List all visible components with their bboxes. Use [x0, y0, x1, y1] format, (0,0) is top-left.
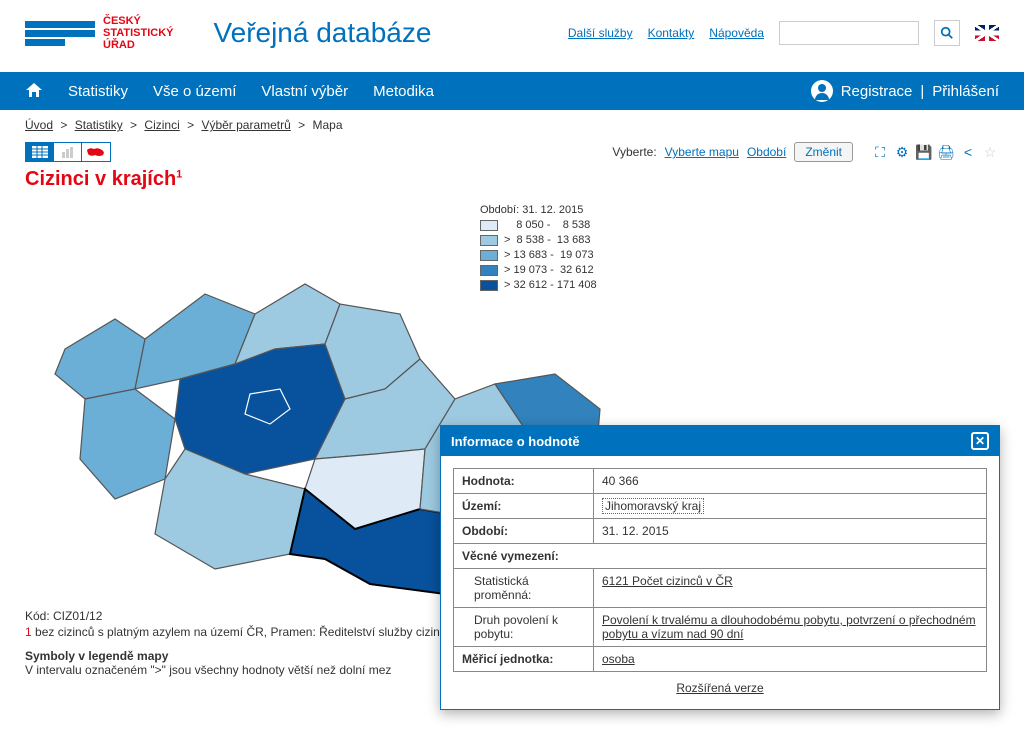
view-tabs	[25, 142, 111, 162]
view-tab-map[interactable]	[82, 143, 110, 161]
row-hodnota-value: 40 366	[594, 469, 987, 494]
link-vyberte-mapu[interactable]: Vyberte mapu	[665, 145, 739, 159]
table-icon	[32, 146, 48, 158]
legend-swatch	[480, 220, 498, 231]
search-button[interactable]	[934, 20, 960, 46]
toolbar-label: Vyberte:	[612, 145, 656, 159]
region-karlovarsky[interactable]	[55, 319, 145, 399]
row-hodnota-label: Hodnota:	[454, 469, 594, 494]
legend-row: > 13 683 - 19 073	[480, 248, 597, 263]
nav-registrace[interactable]: Registrace	[841, 83, 913, 100]
logo[interactable]: ČESKÝ STATISTICKÝ ÚŘAD	[25, 15, 173, 51]
nav-prihlaseni[interactable]: Přihlášení	[932, 83, 999, 100]
nav-vse-o-uzemi[interactable]: Vše o území	[153, 83, 236, 100]
link-rozsirena-verze[interactable]: Rozšířená verze	[676, 681, 763, 695]
main-nav: Statistiky Vše o území Vlastní výběr Met…	[0, 72, 1024, 110]
nav-sep: |	[920, 83, 924, 100]
legend-text: 8 050 - 8 538	[504, 218, 590, 233]
share-icon[interactable]: <	[959, 143, 977, 161]
bc-cizinci[interactable]: Cizinci	[144, 118, 179, 132]
legend-text: > 8 538 - 13 683	[504, 233, 591, 248]
legend-period-value: 31. 12. 2015	[522, 204, 583, 216]
print-icon[interactable]: 🖨	[937, 143, 955, 161]
row-merici-label: Měřicí jednotka:	[454, 647, 594, 672]
home-icon[interactable]	[25, 82, 43, 101]
legend-swatch	[480, 235, 498, 246]
search-icon	[940, 26, 954, 40]
star-icon[interactable]: ☆	[981, 143, 999, 161]
legend-row: > 32 612 - 171 408	[480, 278, 597, 293]
fullscreen-icon[interactable]: ⛶	[871, 143, 889, 161]
nav-metodika[interactable]: Metodika	[373, 83, 434, 100]
page-title: Cizinci v krajích1	[0, 164, 1024, 199]
legend-row: > 19 073 - 32 612	[480, 263, 597, 278]
link-dalsi-sluzby[interactable]: Další služby	[568, 26, 633, 40]
header-right: Další služby Kontakty Nápověda	[568, 20, 999, 46]
logo-text: ČESKÝ STATISTICKÝ ÚŘAD	[103, 15, 173, 51]
nav-vlastni-vyber[interactable]: Vlastní výběr	[261, 83, 348, 100]
row-vecne-head: Věcné vymezení:	[454, 544, 987, 569]
bc-uvod[interactable]: Úvod	[25, 118, 53, 132]
legend-swatch	[480, 265, 498, 276]
search-input[interactable]	[779, 21, 919, 45]
map-legend: Období: 31. 12. 2015 8 050 - 8 538> 8 53…	[480, 204, 597, 292]
map-icon	[86, 146, 106, 158]
row-obdobi-label: Období:	[454, 519, 594, 544]
row-uzemi-label: Území:	[454, 494, 594, 519]
row-druh-link[interactable]: Povolení k trvalému a dlouhodobému pobyt…	[602, 613, 976, 641]
legend-swatch	[480, 250, 498, 261]
link-obdobi[interactable]: Období	[747, 145, 786, 159]
bc-statistiky[interactable]: Statistiky	[75, 118, 123, 132]
logo-bars-icon	[25, 21, 95, 46]
row-stat-link[interactable]: 6121 Počet cizinců v ČR	[602, 574, 733, 588]
legend-period-label: Období:	[480, 204, 522, 216]
site-title: Veřejná databáze	[213, 17, 567, 49]
legend-row: 8 050 - 8 538	[480, 218, 597, 233]
user-icon	[811, 80, 833, 102]
footnote-text: bez cizinců s platným azylem na území ČR…	[32, 625, 447, 639]
bc-mapa: Mapa	[313, 118, 343, 132]
bc-vyber-parametru[interactable]: Výběr parametrů	[201, 118, 290, 132]
footnote-number: 1	[25, 625, 32, 639]
bar-chart-icon	[60, 146, 76, 158]
row-stat-label: Statistická proměnná:	[454, 569, 594, 608]
view-tab-table[interactable]	[26, 143, 54, 161]
toolbar: Vyberte: Vyberte mapu Období Změnit ⛶ ⚙ …	[0, 140, 1024, 164]
row-uzemi-link[interactable]: Jihomoravský kraj	[602, 498, 704, 514]
row-merici-link[interactable]: osoba	[602, 652, 635, 666]
legend-text: > 13 683 - 19 073	[504, 248, 594, 263]
row-obdobi-value: 31. 12. 2015	[594, 519, 987, 544]
save-icon[interactable]: 💾	[915, 143, 933, 161]
modal-header[interactable]: Informace o hodnotě ✕	[441, 426, 999, 456]
row-druh-label: Druh povolení k pobytu:	[454, 608, 594, 647]
legend-row: > 8 538 - 13 683	[480, 233, 597, 248]
link-napoveda[interactable]: Nápověda	[709, 26, 764, 40]
gear-icon[interactable]: ⚙	[893, 143, 911, 161]
info-modal: Informace o hodnotě ✕ Hodnota:40 366 Úze…	[440, 425, 1000, 710]
legend-swatch	[480, 280, 498, 291]
legend-text: > 19 073 - 32 612	[504, 263, 594, 278]
region-plzensky[interactable]	[80, 389, 175, 499]
nav-statistiky[interactable]: Statistiky	[68, 83, 128, 100]
breadcrumb: Úvod > Statistiky > Cizinci > Výběr para…	[0, 110, 1024, 140]
modal-title: Informace o hodnotě	[451, 434, 580, 449]
link-kontakty[interactable]: Kontakty	[648, 26, 695, 40]
change-button[interactable]: Změnit	[794, 142, 853, 162]
flag-uk-icon[interactable]	[975, 25, 999, 41]
info-table: Hodnota:40 366 Území: Jihomoravský kraj O…	[453, 468, 987, 672]
legend-text: > 32 612 - 171 408	[504, 278, 597, 293]
view-tab-chart[interactable]	[54, 143, 82, 161]
close-icon[interactable]: ✕	[971, 432, 989, 450]
header: ČESKÝ STATISTICKÝ ÚŘAD Veřejná databáze …	[0, 0, 1024, 72]
